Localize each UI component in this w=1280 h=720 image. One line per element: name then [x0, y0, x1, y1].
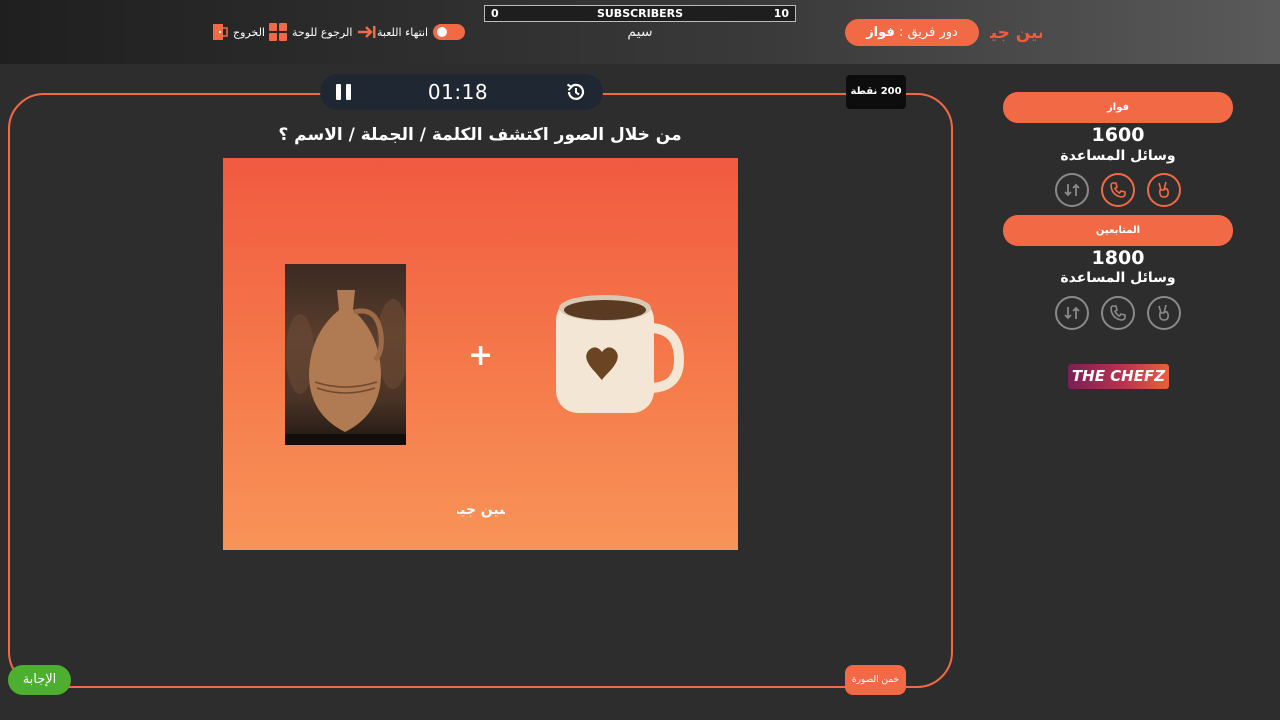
- back-to-board-label: الرجوع للوحة: [292, 25, 353, 39]
- reset-timer-icon[interactable]: [565, 81, 587, 103]
- svg-text:سين جيم: سين جيم: [990, 23, 1042, 43]
- exit-button[interactable]: الخروج: [212, 22, 265, 42]
- exit-door-icon: [213, 24, 228, 40]
- turn-label: دور فريق :: [898, 25, 958, 40]
- subscribers-label: SUBSCRIBERS: [596, 7, 684, 20]
- phone-icon[interactable]: [1101, 173, 1135, 207]
- swap-icon[interactable]: [1055, 173, 1089, 207]
- team-1-score: 1600: [1091, 124, 1145, 146]
- end-game-control[interactable]: انتهاء اللعبة: [377, 22, 466, 42]
- clay-jug-photo: [285, 264, 409, 445]
- two-fingers-icon[interactable]: [1147, 173, 1181, 207]
- sin-jeem-logo: سين جيم: [990, 23, 1042, 43]
- subscribers-counter: 0 SUBSCRIBERS 10: [484, 5, 796, 22]
- team-2-helps-label: وسائل المساعدة: [1060, 270, 1176, 286]
- end-game-label: انتهاء اللعبة: [377, 25, 429, 39]
- arrow-to-bar-icon: [358, 26, 376, 38]
- board-grid-icon: [269, 23, 287, 41]
- pause-icon[interactable]: [336, 84, 351, 100]
- team-1-lifelines: [1055, 173, 1181, 207]
- timer-display: 01:18: [427, 80, 489, 104]
- team-2-lifelines: [1055, 296, 1181, 330]
- sponsor-logo: THE CHEFZ: [1068, 364, 1169, 389]
- coffee-mug-image: [556, 295, 685, 413]
- back-to-board-button[interactable]: الرجوع للوحة: [269, 22, 377, 42]
- exit-label: الخروج: [233, 25, 265, 39]
- plus-sign: +: [468, 338, 494, 373]
- phone-icon[interactable]: [1101, 296, 1135, 330]
- subscribers-right-count: 10: [773, 7, 789, 20]
- team-1-name: فواز: [1003, 92, 1233, 123]
- team-2-score: 1800: [1091, 247, 1145, 269]
- svg-text:سين جيم: سين جيم: [457, 502, 505, 518]
- clay-jug-image: [285, 290, 409, 445]
- channel-name: سيم: [627, 24, 653, 40]
- current-turn-badge: دور فريق : فواز: [845, 19, 979, 46]
- turn-team-name: فواز: [866, 25, 895, 40]
- end-game-toggle[interactable]: [433, 24, 466, 40]
- timer-bar: 01:18: [320, 74, 603, 110]
- team-2-name: المتابعين: [1003, 215, 1233, 246]
- points-badge: 200 نقطة: [846, 75, 906, 109]
- puzzle-watermark-logo: سين جيم: [457, 502, 505, 518]
- answer-button[interactable]: الإجابة: [8, 665, 71, 695]
- swap-icon[interactable]: [1055, 296, 1089, 330]
- guess-picture-button[interactable]: خمن الصورة: [845, 665, 906, 695]
- picture-puzzle: + سين جيم: [223, 158, 738, 550]
- team-1-helps-label: وسائل المساعدة: [1060, 148, 1176, 164]
- two-fingers-icon[interactable]: [1147, 296, 1181, 330]
- question-text: من خلال الصور اكتشف الكلمة / الجملة / ال…: [278, 125, 682, 145]
